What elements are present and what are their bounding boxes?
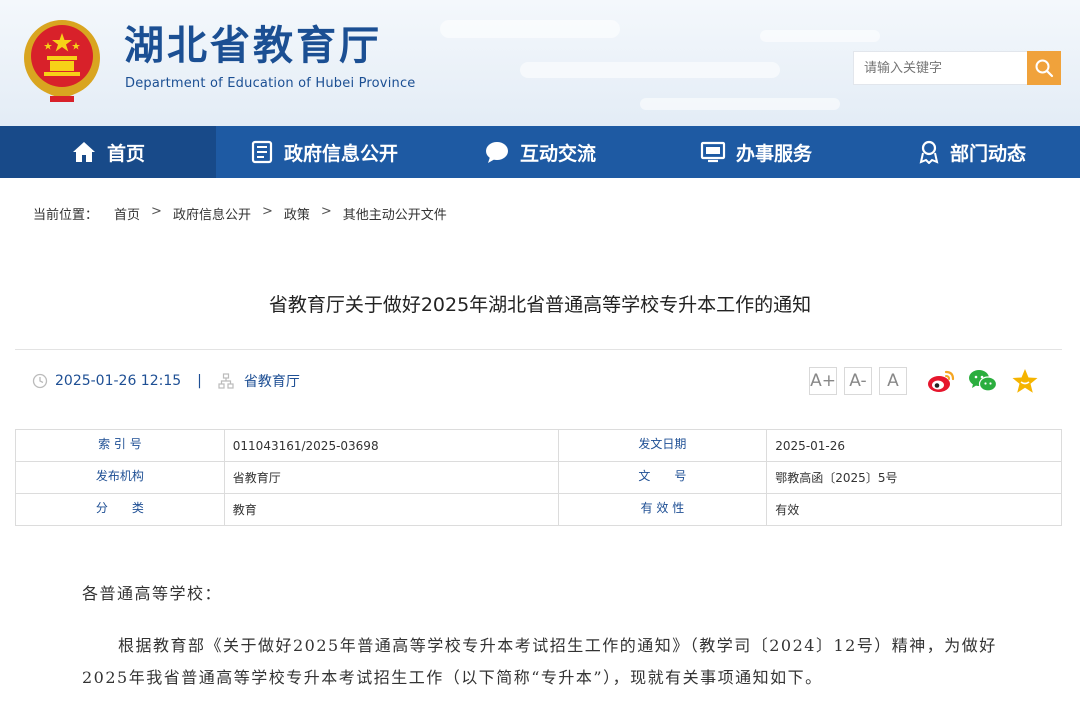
breadcrumb: 当前位置： 首页 > 政府信息公开 > 政策 > 其他主动公开文件 bbox=[33, 204, 447, 223]
document-icon bbox=[251, 140, 273, 164]
category-label: 分 类 bbox=[15, 493, 225, 526]
breadcrumb-link-gov-info[interactable]: 政府信息公开 bbox=[173, 204, 251, 223]
body-paragraph: 根据教育部《关于做好2025年普通高等学校专升本考试招生工作的通知》（教学司〔2… bbox=[82, 636, 997, 687]
site-subtitle: Department of Education of Hubei Provinc… bbox=[125, 76, 416, 91]
article-meta: 2025-01-26 12:15 | 省教育厅 bbox=[32, 371, 300, 391]
nav-item-services[interactable]: 办事服务 bbox=[648, 126, 864, 178]
document-number-value: 鄂教高函〔2025〕5号 bbox=[766, 461, 1062, 494]
nav-item-label: 互动交流 bbox=[519, 142, 596, 165]
publish-datetime: 2025-01-26 12:15 bbox=[55, 373, 182, 389]
nav-item-home[interactable]: 首页 bbox=[0, 126, 216, 178]
nav-item-label: 首页 bbox=[106, 142, 145, 165]
font-increase-button[interactable]: A+ bbox=[809, 367, 837, 395]
share-bar bbox=[926, 366, 1052, 396]
breadcrumb-prefix: 当前位置： bbox=[33, 208, 99, 223]
meta-separator: | bbox=[197, 373, 202, 389]
nav-item-label: 部门动态 bbox=[949, 142, 1026, 165]
validity-label: 有 效 性 bbox=[557, 493, 768, 526]
org-chart-icon bbox=[218, 373, 234, 389]
article-source: 省教育厅 bbox=[243, 374, 300, 390]
table-row: 分 类 教育 有 效 性 有效 bbox=[15, 493, 1062, 526]
index-number-label: 索 引 号 bbox=[15, 429, 225, 462]
breadcrumb-link-policy[interactable]: 政策 bbox=[284, 204, 310, 223]
search-input[interactable] bbox=[853, 51, 1027, 85]
article-title: 省教育厅关于做好2025年湖北省普通高等学校专升本工作的通知 bbox=[268, 294, 812, 316]
title-divider bbox=[15, 349, 1062, 350]
category-value: 教育 bbox=[223, 493, 559, 526]
breadcrumb-separator: > bbox=[261, 204, 273, 219]
issue-date-label: 发文日期 bbox=[557, 429, 768, 462]
weibo-icon bbox=[928, 370, 955, 392]
breadcrumb-separator: > bbox=[151, 204, 162, 219]
breadcrumb-link-home[interactable]: 首页 bbox=[114, 204, 140, 223]
monitor-icon bbox=[700, 141, 726, 163]
nav-item-label: 办事服务 bbox=[735, 142, 812, 165]
search-icon bbox=[1035, 59, 1054, 78]
table-row: 发布机构 省教育厅 文 号 鄂教高函〔2025〕5号 bbox=[15, 461, 1062, 494]
salutation: 各普通高等学校： bbox=[82, 584, 223, 603]
font-decrease-button[interactable]: A- bbox=[844, 367, 872, 395]
home-icon bbox=[72, 142, 95, 162]
nav-item-interaction[interactable]: 互动交流 bbox=[432, 126, 648, 178]
document-number-label: 文 号 bbox=[557, 461, 768, 494]
nav-item-label: 政府信息公开 bbox=[283, 142, 398, 165]
breadcrumb-link-other-docs[interactable]: 其他主动公开文件 bbox=[343, 204, 447, 223]
site-title[interactable]: 湖北省教育厅 bbox=[124, 22, 382, 70]
national-emblem-icon bbox=[24, 20, 100, 102]
main-nav: 首页 政府信息公开 互动交流 办事服务 部门动态 bbox=[0, 126, 1080, 178]
issue-date-value: 2025-01-26 bbox=[766, 429, 1062, 462]
nav-item-dept-news[interactable]: 部门动态 bbox=[864, 126, 1080, 178]
nav-item-gov-info[interactable]: 政府信息公开 bbox=[216, 126, 432, 178]
font-size-controls: A+ A- A bbox=[809, 367, 914, 395]
validity-value: 有效 bbox=[766, 493, 1062, 526]
search-button[interactable] bbox=[1027, 51, 1061, 85]
share-wechat-button[interactable] bbox=[968, 366, 998, 396]
article-body: 各普通高等学校： 根据教育部《关于做好2025年普通高等学校专升本考试招生工作的… bbox=[82, 578, 1012, 694]
chat-icon bbox=[485, 142, 508, 163]
favorite-star-icon bbox=[1012, 369, 1038, 393]
table-row: 索 引 号 011043161/2025-03698 发文日期 2025-01-… bbox=[15, 429, 1062, 462]
publisher-value: 省教育厅 bbox=[223, 461, 559, 494]
person-badge-icon bbox=[919, 140, 939, 164]
font-reset-button[interactable]: A bbox=[879, 367, 907, 395]
clock-icon bbox=[32, 373, 48, 389]
index-number-value: 011043161/2025-03698 bbox=[223, 429, 559, 462]
share-weibo-button[interactable] bbox=[926, 366, 956, 396]
publisher-label: 发布机构 bbox=[15, 461, 225, 494]
document-info-table: 索 引 号 011043161/2025-03698 发文日期 2025-01-… bbox=[15, 429, 1062, 526]
wechat-icon bbox=[969, 370, 998, 392]
breadcrumb-separator: > bbox=[320, 204, 332, 219]
site-header: 湖北省教育厅 Department of Education of Hubei … bbox=[0, 0, 1080, 126]
favorite-button[interactable] bbox=[1010, 366, 1040, 396]
